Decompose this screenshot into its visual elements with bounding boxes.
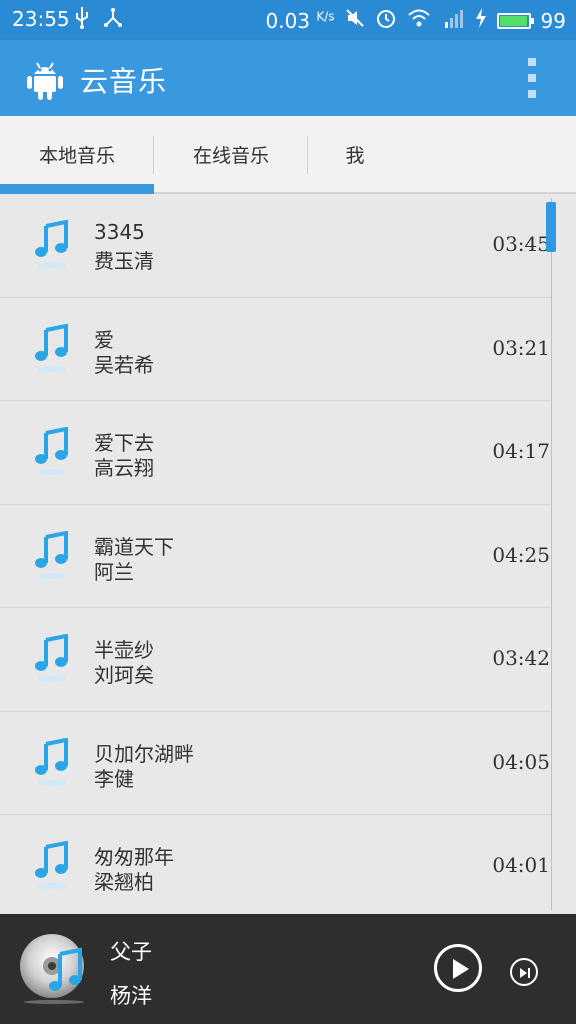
music-note-icon [32, 840, 72, 893]
song-list: 3345 费玉清 03:45 爱 吴若希 03:21 爱下去 高云翔 04:17… [0, 194, 552, 914]
song-artist: 李健 [94, 766, 134, 791]
tab-online-music[interactable]: 在线音乐 [154, 116, 308, 192]
song-duration: 03:21 [492, 335, 550, 360]
album-disc-icon [18, 932, 90, 1004]
song-duration: 03:45 [492, 232, 550, 256]
app-title: 云音乐 [80, 65, 168, 98]
mute-icon [345, 8, 365, 33]
now-playing-bar[interactable]: 父子 杨洋 [0, 914, 576, 1024]
song-artist: 刘珂矣 [94, 663, 154, 687]
music-note-icon [32, 323, 72, 376]
song-duration: 03:42 [492, 646, 550, 670]
song-artist: 高云翔 [94, 456, 154, 480]
song-duration: 04:25 [492, 542, 550, 567]
android-logo-icon [26, 58, 64, 104]
charging-icon [475, 8, 487, 33]
music-note-icon [32, 530, 72, 583]
song-duration: 04:01 [492, 853, 550, 877]
song-artist: 阿兰 [94, 559, 134, 584]
battery-icon [496, 12, 534, 29]
song-row[interactable]: 匆匆那年 梁翘柏 04:01 [0, 815, 552, 914]
now-playing-artist: 杨洋 [110, 984, 152, 1008]
tab-local-music[interactable]: 本地音乐 [0, 116, 154, 192]
song-duration: 04:17 [492, 439, 550, 463]
speed-unit: K/s [316, 8, 335, 23]
now-playing-title: 父子 [110, 940, 152, 964]
song-row[interactable]: 半壶纱 刘珂矣 03:42 [0, 608, 552, 712]
tab-indicator [0, 184, 154, 194]
song-artist: 费玉清 [94, 249, 154, 273]
share-icon [102, 7, 124, 33]
signal-4g-icon [441, 8, 465, 33]
app-bar: 云音乐 [0, 40, 576, 116]
skip-next-icon [520, 968, 530, 978]
song-title: 3345 [94, 220, 145, 244]
battery-level: 99 [540, 8, 566, 33]
overflow-menu-icon[interactable] [526, 58, 538, 98]
alarm-icon [375, 7, 397, 34]
song-row[interactable]: 霸道天下 阿兰 04:25 [0, 505, 552, 608]
speed-value: 0.03 [265, 8, 311, 33]
song-duration: 04:05 [492, 749, 550, 774]
scroll-track [551, 198, 552, 910]
tab-me[interactable]: 我 [308, 116, 402, 192]
usb-icon [74, 7, 90, 33]
tab-bar: 本地音乐 在线音乐 我 [0, 116, 576, 194]
wifi-icon [407, 8, 431, 33]
play-button[interactable] [434, 944, 482, 992]
song-artist: 梁翘柏 [94, 870, 154, 894]
status-bar: 23:55 0.03 K/s 99 [0, 0, 576, 40]
network-speed: 0.03 K/s [265, 9, 334, 33]
music-note-icon [32, 426, 72, 479]
next-track-button[interactable] [510, 958, 538, 986]
music-note-icon [32, 737, 72, 790]
song-row[interactable]: 爱下去 高云翔 04:17 [0, 401, 552, 505]
status-time: 23:55 [12, 7, 70, 31]
song-row[interactable]: 贝加尔湖畔 李健 04:05 [0, 712, 552, 815]
scrollbar-thumb[interactable] [546, 202, 556, 252]
music-note-icon [32, 219, 72, 272]
song-row[interactable]: 3345 费玉清 03:45 [0, 194, 552, 298]
song-row[interactable]: 爱 吴若希 03:21 [0, 298, 552, 401]
play-icon [453, 959, 469, 979]
song-artist: 吴若希 [94, 352, 154, 377]
music-note-icon [32, 633, 72, 686]
